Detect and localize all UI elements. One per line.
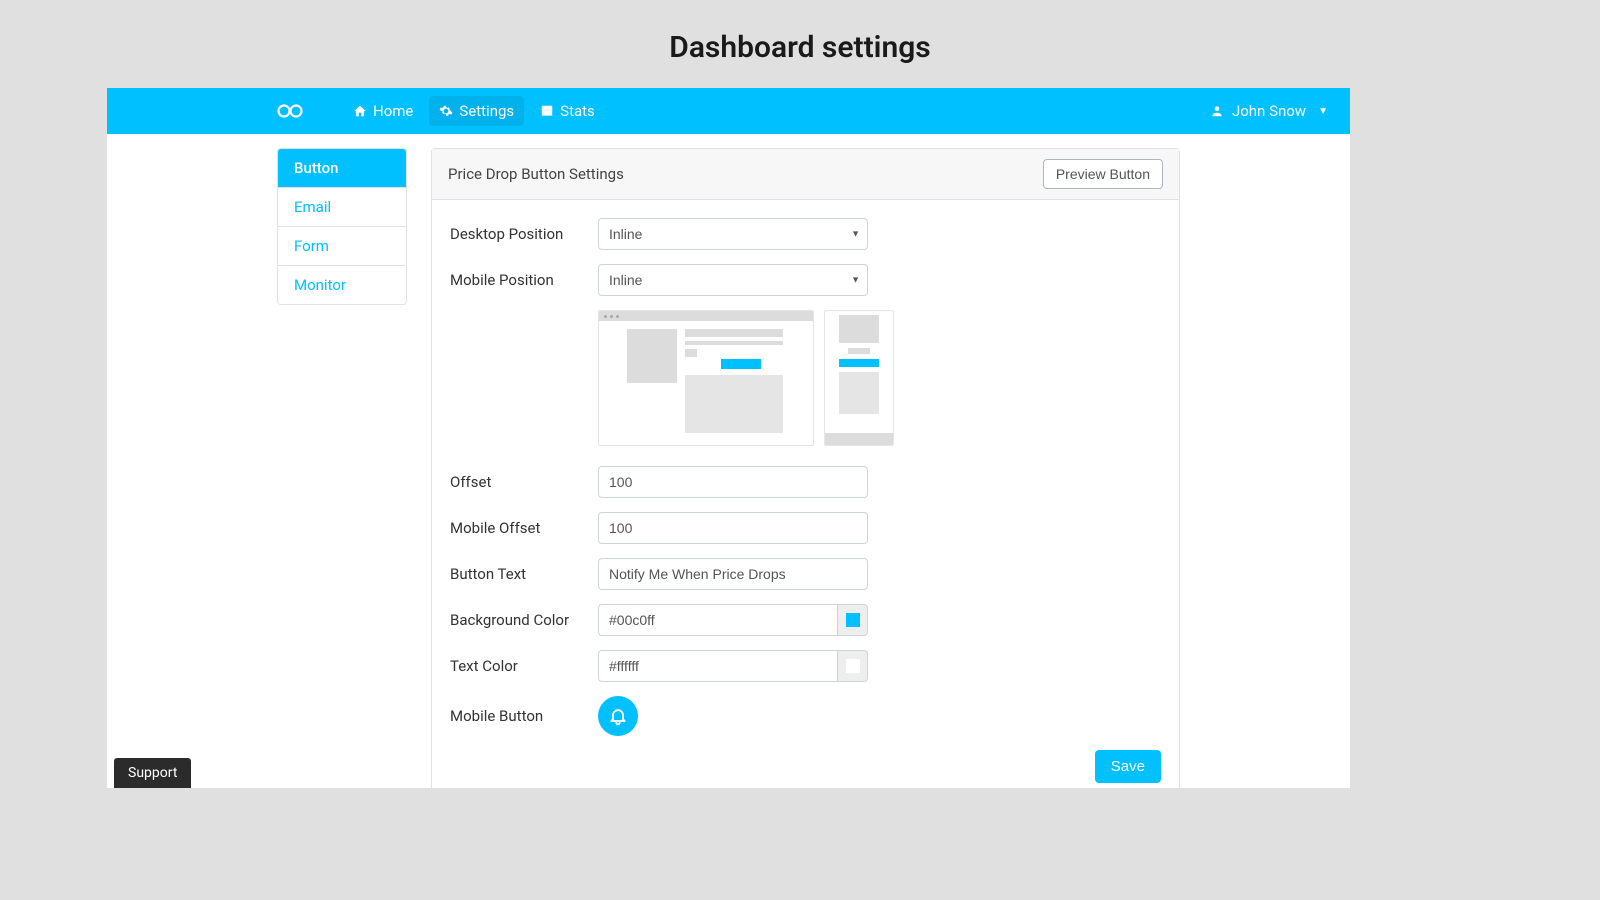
nav-settings-label: Settings xyxy=(459,102,514,120)
user-name: John Snow xyxy=(1232,102,1306,120)
row-desktop-position: Desktop Position ▼ xyxy=(450,218,1161,250)
input-button-text[interactable] xyxy=(598,558,868,590)
sidebar-item-label: Form xyxy=(294,237,329,255)
bell-icon xyxy=(608,706,628,726)
panel-body: Desktop Position ▼ Mobile Position ▼ xyxy=(432,200,1179,788)
mobile-layout-preview xyxy=(824,310,894,446)
nav-stats[interactable]: Stats xyxy=(530,96,605,126)
sidebar-item-email[interactable]: Email xyxy=(278,188,406,227)
user-menu[interactable]: John Snow ▼ xyxy=(1210,102,1334,120)
label-text-color: Text Color xyxy=(450,657,598,675)
nav-settings[interactable]: Settings xyxy=(429,96,524,126)
panel-title: Price Drop Button Settings xyxy=(448,165,624,183)
app-frame: Home Settings Stats John Snow ▼ xyxy=(107,88,1350,788)
caret-down-icon: ▼ xyxy=(1318,106,1328,117)
sidebar-item-label: Monitor xyxy=(294,276,346,294)
sidebar-item-form[interactable]: Form xyxy=(278,227,406,266)
input-offset[interactable] xyxy=(598,466,868,498)
bg-color-swatch xyxy=(846,613,860,627)
nav-stats-label: Stats xyxy=(560,102,595,120)
text-color-swatch xyxy=(846,659,860,673)
row-mobile-button: Mobile Button xyxy=(450,696,1161,736)
nav-home[interactable]: Home xyxy=(343,96,423,126)
user-icon xyxy=(1210,104,1224,118)
stats-icon xyxy=(540,104,554,118)
save-button[interactable]: Save xyxy=(1095,750,1161,783)
label-mobile-button: Mobile Button xyxy=(450,707,598,725)
sidebar-item-label: Email xyxy=(294,198,331,216)
settings-panel: Price Drop Button Settings Preview Butto… xyxy=(431,148,1180,788)
content: Button Email Form Monitor Price Drop But… xyxy=(107,134,1350,788)
label-button-text: Button Text xyxy=(450,565,598,583)
logo-icon[interactable] xyxy=(277,103,303,119)
row-mobile-position: Mobile Position ▼ xyxy=(450,264,1161,296)
layout-previews xyxy=(598,310,1161,446)
row-text-color: Text Color xyxy=(450,650,1161,682)
panel-header: Price Drop Button Settings Preview Butto… xyxy=(432,149,1179,200)
select-desktop-position[interactable] xyxy=(598,218,868,250)
label-bg-color: Background Color xyxy=(450,611,598,629)
sidebar: Button Email Form Monitor xyxy=(277,148,407,305)
nav-home-label: Home xyxy=(373,102,413,120)
page-title: Dashboard settings xyxy=(0,0,1600,83)
label-mobile-offset: Mobile Offset xyxy=(450,519,598,537)
label-mobile-position: Mobile Position xyxy=(450,271,598,289)
sidebar-item-label: Button xyxy=(294,159,339,177)
row-mobile-offset: Mobile Offset xyxy=(450,512,1161,544)
navbar: Home Settings Stats John Snow ▼ xyxy=(107,88,1350,134)
text-color-swatch-button[interactable] xyxy=(838,650,868,682)
input-bg-color[interactable] xyxy=(598,604,838,636)
input-text-color[interactable] xyxy=(598,650,838,682)
row-button-text: Button Text xyxy=(450,558,1161,590)
row-bg-color: Background Color xyxy=(450,604,1161,636)
desktop-layout-preview xyxy=(598,310,814,446)
input-mobile-offset[interactable] xyxy=(598,512,868,544)
save-row: Save xyxy=(450,750,1161,783)
preview-button[interactable]: Preview Button xyxy=(1043,159,1163,189)
nav-items: Home Settings Stats xyxy=(343,96,605,126)
sidebar-item-button[interactable]: Button xyxy=(278,149,406,188)
sidebar-item-monitor[interactable]: Monitor xyxy=(278,266,406,304)
label-desktop-position: Desktop Position xyxy=(450,225,598,243)
support-tab[interactable]: Support xyxy=(114,758,191,788)
label-offset: Offset xyxy=(450,473,598,491)
home-icon xyxy=(353,104,367,118)
gear-icon xyxy=(439,104,453,118)
select-mobile-position[interactable] xyxy=(598,264,868,296)
mobile-button-preview xyxy=(598,696,638,736)
row-offset: Offset xyxy=(450,466,1161,498)
bg-color-swatch-button[interactable] xyxy=(838,604,868,636)
